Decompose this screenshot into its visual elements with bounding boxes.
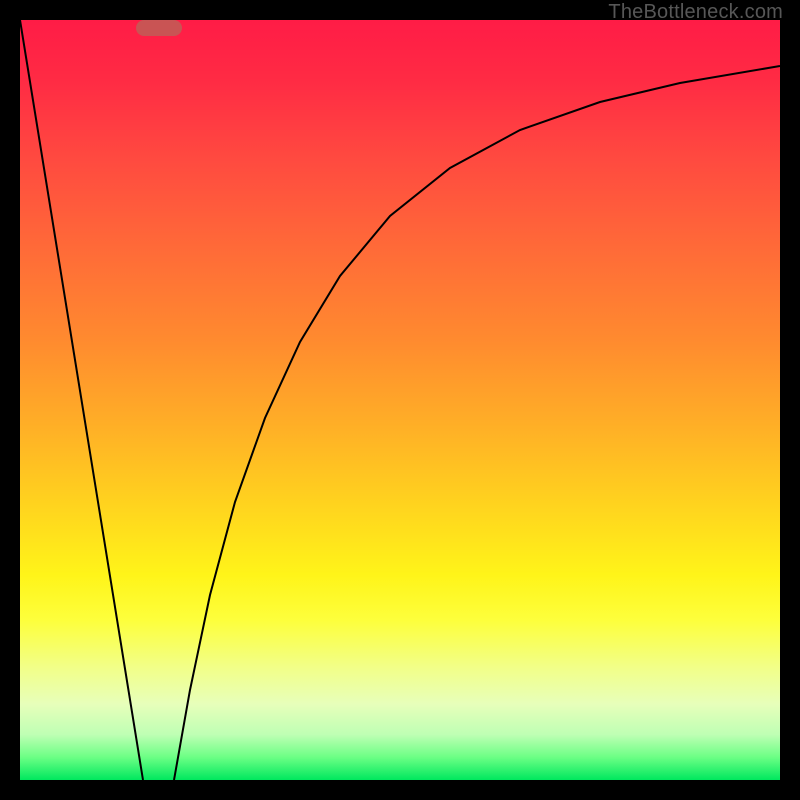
plot-area <box>20 20 780 780</box>
optimal-marker <box>136 20 182 36</box>
left-line-path <box>20 20 143 780</box>
chart-frame: TheBottleneck.com <box>0 0 800 800</box>
watermark-text: TheBottleneck.com <box>608 1 783 24</box>
right-curve-path <box>174 66 780 780</box>
curve-layer <box>20 20 780 780</box>
